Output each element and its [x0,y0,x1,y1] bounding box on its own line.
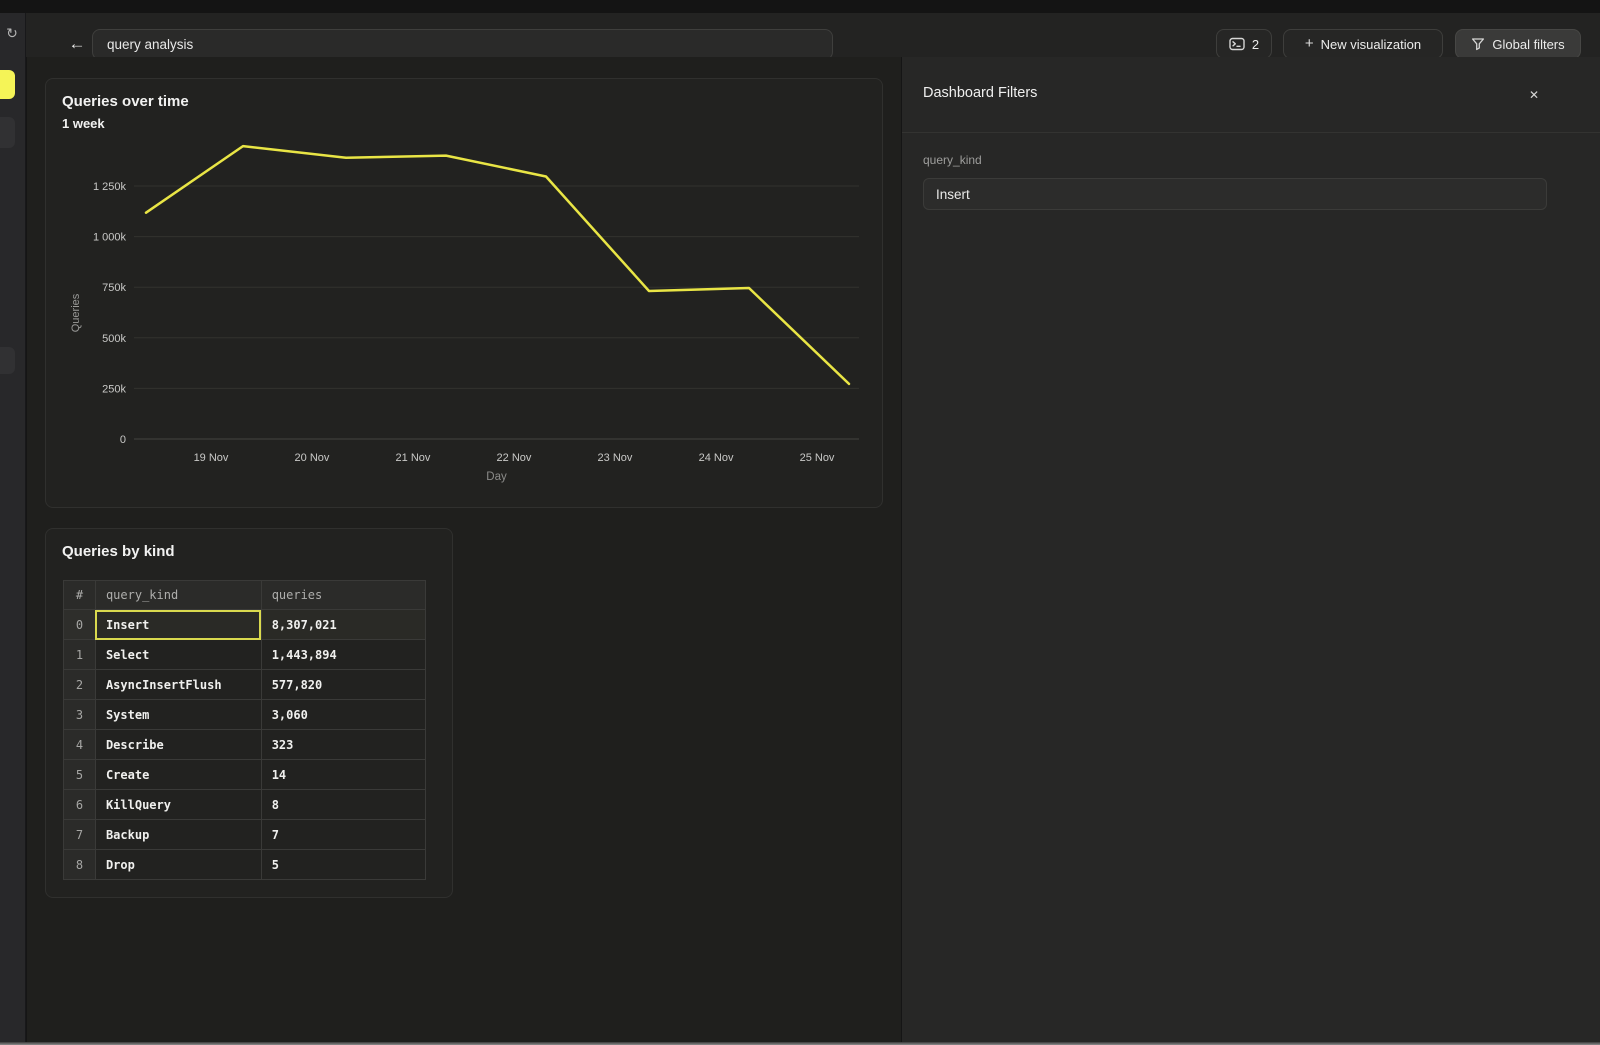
queries-value-cell[interactable]: 1,443,894 [261,640,425,670]
svg-text:Day: Day [486,471,507,483]
queries-table-body: 0Insert8,307,0211Select1,443,8942AsyncIn… [64,610,426,880]
svg-text:25 Nov: 25 Nov [800,452,835,464]
table-row: 4Describe323 [64,730,426,760]
query-kind-cell[interactable]: Drop [95,850,261,880]
table-title: Queries by kind [62,543,175,560]
row-index-cell: 1 [64,640,96,670]
queries-over-time-chart: 0 250k 500k 750k 1 000k 1 250k 19 Nov 20 Nov 21 … [46,79,882,507]
queries-value-cell[interactable]: 577,820 [261,670,425,700]
table-row: 3System3,060 [64,700,426,730]
table-row: 1Select1,443,894 [64,640,426,670]
queries-value-cell[interactable]: 3,060 [261,700,425,730]
svg-text:500k: 500k [102,333,126,345]
table-row: 6KillQuery8 [64,790,426,820]
svg-text:24 Nov: 24 Nov [699,452,734,464]
rail-tab-yellow-swatch[interactable] [0,70,15,99]
table-row: 0Insert8,307,021 [64,610,426,640]
query-kind-cell[interactable]: KillQuery [95,790,261,820]
table-header-row: # query_kind queries [64,581,426,610]
svg-text:0: 0 [120,434,126,446]
row-index-cell: 5 [64,760,96,790]
rail-tab-item[interactable] [0,117,15,148]
main-content: Queries over time 1 week 0250k500k750k1 … [27,57,901,1042]
funnel-icon [1471,37,1485,51]
row-index-cell: 8 [64,850,96,880]
svg-text:1 000k: 1 000k [93,232,127,244]
svg-text:21 Nov: 21 Nov [396,452,431,464]
query-kind-filter-input[interactable] [923,178,1547,210]
window-top-strip [0,0,1600,13]
query-kind-cell[interactable]: System [95,700,261,730]
table-row: 7Backup7 [64,820,426,850]
query-kind-cell[interactable]: Insert [95,610,261,640]
queries-value-cell[interactable]: 8 [261,790,425,820]
table-row: 8Drop5 [64,850,426,880]
svg-text:750k: 750k [102,282,126,294]
query-kind-cell[interactable]: AsyncInsertFlush [95,670,261,700]
row-index-cell: 7 [64,820,96,850]
close-icon[interactable]: ✕ [1522,83,1546,107]
rail-tab-item[interactable] [0,347,15,374]
svg-text:22 Nov: 22 Nov [497,452,532,464]
query-kind-cell[interactable]: Select [95,640,261,670]
queries-value-cell[interactable]: 14 [261,760,425,790]
column-header-index: # [64,581,96,610]
queries-value-cell[interactable]: 323 [261,730,425,760]
svg-text:23 Nov: 23 Nov [598,452,633,464]
table-row: 5Create14 [64,760,426,790]
queries-value-cell[interactable]: 5 [261,850,425,880]
svg-text:19 Nov: 19 Nov [194,452,229,464]
dashboard-title-input[interactable] [92,29,833,60]
svg-text:Queries: Queries [70,293,82,332]
row-index-cell: 4 [64,730,96,760]
panel-title: Dashboard Filters [923,85,1037,101]
console-count: 2 [1252,37,1259,52]
global-filters-label: Global filters [1492,37,1564,52]
console-icon [1229,37,1245,51]
queries-over-time-card: Queries over time 1 week 0250k500k750k1 … [45,78,883,508]
refresh-icon[interactable]: ↻ [1,22,23,44]
dashboard-app: ← 2 + New visualization Global filters ↻ [0,0,1600,1045]
left-rail: ↻ [0,13,26,1042]
topbar: ← 2 + New visualization Global filters [26,13,1600,57]
console-count-button[interactable]: 2 [1216,29,1272,59]
query-kind-field-label: query_kind [923,153,982,167]
query-kind-cell[interactable]: Describe [95,730,261,760]
row-index-cell: 2 [64,670,96,700]
global-filters-button[interactable]: Global filters [1455,29,1581,59]
row-index-cell: 3 [64,700,96,730]
row-index-cell: 0 [64,610,96,640]
column-header-queries: queries [261,581,425,610]
dashboard-filters-panel: Dashboard Filters ✕ query_kind [901,57,1600,1042]
back-button[interactable]: ← [64,33,90,55]
queries-table: # query_kind queries 0Insert8,307,0211Se… [63,580,426,880]
svg-text:1 250k: 1 250k [93,181,127,193]
panel-divider [902,132,1600,133]
queries-value-cell[interactable]: 7 [261,820,425,850]
queries-by-kind-card: Queries by kind # query_kind queries 0In… [45,528,453,898]
query-kind-cell[interactable]: Backup [95,820,261,850]
svg-text:20 Nov: 20 Nov [295,452,330,464]
plus-icon: + [1305,35,1314,52]
new-visualization-label: New visualization [1321,37,1421,52]
svg-text:250k: 250k [102,383,126,395]
queries-value-cell[interactable]: 8,307,021 [261,610,425,640]
column-header-query-kind: query_kind [95,581,261,610]
row-index-cell: 6 [64,790,96,820]
query-kind-cell[interactable]: Create [95,760,261,790]
table-row: 2AsyncInsertFlush577,820 [64,670,426,700]
new-visualization-button[interactable]: + New visualization [1283,29,1443,59]
